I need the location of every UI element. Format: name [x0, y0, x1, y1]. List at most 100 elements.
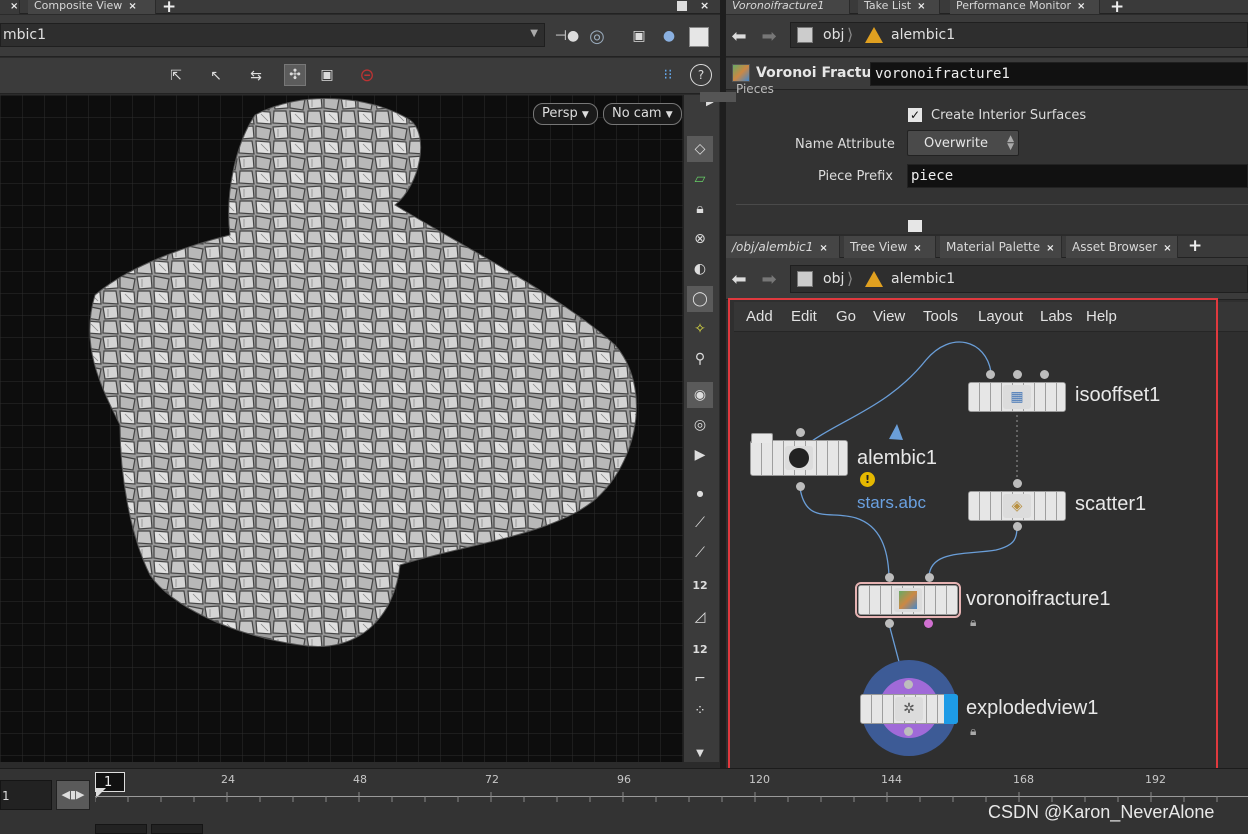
- warning-icon[interactable]: !: [860, 472, 875, 487]
- node-scatter1[interactable]: ◈: [968, 491, 1066, 521]
- network-path-field[interactable]: obj ⟩ alembic1: [790, 265, 1248, 293]
- input-connector[interactable]: [904, 680, 913, 689]
- normal-line-icon[interactable]: ⟋: [687, 510, 713, 536]
- lock-icon[interactable]: 🔒︎: [970, 615, 976, 630]
- close-pane-icon[interactable]: ×: [700, 0, 709, 12]
- back-arrow-icon[interactable]: ⬅: [728, 268, 750, 290]
- ghost-icon[interactable]: ⊗: [687, 226, 713, 252]
- target-icon[interactable]: ◎: [586, 25, 608, 47]
- display-options-icon[interactable]: ⁝⁝: [657, 64, 679, 86]
- node-name-field[interactable]: voronoifracture1: [870, 62, 1248, 86]
- tab-material-palette[interactable]: Material Palette ×: [940, 236, 1062, 258]
- input-connector[interactable]: [986, 370, 995, 379]
- light-bulb-icon[interactable]: ◯: [687, 286, 713, 312]
- scatter-label[interactable]: scatter1: [1075, 493, 1146, 516]
- camera-menu[interactable]: No cam ▼: [603, 103, 682, 125]
- tab-obj-alembic1[interactable]: /obj/alembic1 ×: [726, 236, 840, 258]
- tab-close-icon[interactable]: ×: [0, 0, 20, 14]
- camera-view-icon[interactable]: ✣: [284, 64, 306, 86]
- 3d-viewport[interactable]: Persp ▼ No cam ▼: [0, 95, 683, 762]
- input-connector[interactable]: [1013, 370, 1022, 379]
- tab-tree-view[interactable]: Tree View ×: [844, 236, 936, 258]
- node-isooffset1[interactable]: ▦: [968, 382, 1066, 412]
- tab-asset-browser[interactable]: Asset Browser ×: [1066, 236, 1178, 258]
- piece-prefix-field[interactable]: piece: [907, 164, 1248, 188]
- name-attribute-menu[interactable]: Overwrite ▲ ▼: [907, 130, 1019, 156]
- close-icon[interactable]: ×: [1046, 243, 1054, 254]
- tab-performance-monitor[interactable]: Performance Monitor ×: [950, 0, 1100, 14]
- light-sphere-icon[interactable]: ◐: [687, 256, 713, 282]
- grid-plane-icon[interactable]: ◇: [687, 136, 713, 162]
- close-icon[interactable]: ×: [819, 243, 827, 254]
- shaded-sphere-icon[interactable]: ◉: [687, 382, 713, 408]
- tab-composite-view[interactable]: Composite View ×: [28, 0, 156, 14]
- input-connector[interactable]: [925, 573, 934, 582]
- step-frame-buttons[interactable]: ◀▮▶: [56, 780, 90, 810]
- close-icon[interactable]: ×: [1163, 243, 1171, 254]
- path-obj[interactable]: obj: [823, 271, 844, 287]
- object-path-field[interactable]: mbic1 ▼: [0, 23, 545, 47]
- snapshot-icon[interactable]: ▣: [316, 64, 338, 86]
- output-connector[interactable]: [1013, 522, 1022, 531]
- lock-icon[interactable]: 🔒︎: [970, 724, 976, 739]
- transform-icon[interactable]: ⇆: [245, 65, 267, 87]
- create-interior-checkbox[interactable]: ✓: [908, 108, 922, 122]
- explodedview-label[interactable]: explodedview1: [966, 697, 1098, 720]
- reference-plane-icon[interactable]: ▱: [687, 166, 713, 192]
- help-icon[interactable]: ?: [690, 64, 712, 86]
- edge-icon[interactable]: ⌐: [687, 666, 713, 692]
- path-node[interactable]: alembic1: [891, 271, 955, 287]
- close-icon[interactable]: ×: [917, 1, 925, 12]
- prim-numbers-icon[interactable]: 12: [687, 636, 713, 662]
- close-icon[interactable]: ×: [128, 1, 136, 12]
- alembic-label[interactable]: alembic1: [857, 447, 937, 470]
- select-pointer-icon[interactable]: ↖: [205, 65, 227, 87]
- display-square-icon[interactable]: [689, 27, 709, 47]
- close-icon[interactable]: ×: [1077, 1, 1085, 12]
- add-tab-icon[interactable]: +: [1188, 236, 1202, 256]
- perspective-menu[interactable]: Persp ▼: [533, 103, 598, 125]
- input-connector[interactable]: [1040, 370, 1049, 379]
- point-numbers-icon[interactable]: 12: [687, 572, 713, 598]
- network-editor[interactable]: Add Edit Go View Tools Layout Labs Help …: [726, 298, 1248, 770]
- partial-checkbox[interactable]: [908, 220, 922, 232]
- output-connector-secondary[interactable]: [924, 619, 933, 628]
- input-connector[interactable]: [885, 573, 894, 582]
- no-entry-icon[interactable]: ⊝: [356, 64, 378, 86]
- forward-arrow-icon[interactable]: ➡: [758, 268, 780, 290]
- prim-normal-icon[interactable]: ◿: [687, 604, 713, 630]
- lock-icon[interactable]: 🔒︎: [687, 196, 713, 222]
- back-arrow-icon[interactable]: ⬅: [728, 25, 750, 47]
- projector-icon[interactable]: ▶: [687, 442, 713, 468]
- current-frame-field[interactable]: 1: [0, 780, 52, 810]
- light-pin-icon[interactable]: ⚲: [687, 346, 713, 372]
- scroll-arrow-icon[interactable]: [700, 92, 736, 102]
- cube-icon[interactable]: ▣: [628, 25, 650, 47]
- tab-voronoifracture1[interactable]: Voronoifracture1: [726, 0, 850, 14]
- path-node[interactable]: alembic1: [891, 27, 955, 43]
- param-path-field[interactable]: obj ⟩ alembic1: [790, 22, 1248, 48]
- voronoi-label[interactable]: voronoifracture1: [966, 588, 1111, 611]
- forward-arrow-icon[interactable]: ➡: [758, 25, 780, 47]
- tab-take-list[interactable]: Take List ×: [858, 0, 940, 14]
- range-end-field[interactable]: [151, 824, 203, 834]
- output-connector[interactable]: [904, 727, 913, 736]
- node-alembic1[interactable]: [750, 433, 848, 476]
- output-connector[interactable]: [885, 619, 894, 628]
- output-connector[interactable]: [796, 482, 805, 491]
- node-explodedview1[interactable]: ✲: [860, 694, 958, 724]
- bulb-small-icon[interactable]: ✧: [687, 316, 713, 342]
- point-icon[interactable]: ●: [687, 480, 713, 506]
- pin-icon[interactable]: ⊣●: [555, 25, 579, 47]
- path-obj[interactable]: obj: [823, 27, 844, 43]
- sidebar-down-icon[interactable]: ▼: [687, 740, 713, 766]
- input-connector[interactable]: [796, 428, 805, 437]
- range-start-field[interactable]: [95, 824, 147, 834]
- input-connector[interactable]: [1013, 479, 1022, 488]
- close-icon[interactable]: ×: [913, 243, 921, 254]
- pin-normal-icon[interactable]: ⟋: [687, 540, 713, 566]
- select-arrow-icon[interactable]: ⇱: [165, 65, 187, 87]
- node-voronoifracture1[interactable]: [855, 582, 961, 618]
- display-flag[interactable]: [944, 694, 958, 724]
- maximize-icon[interactable]: [677, 1, 687, 11]
